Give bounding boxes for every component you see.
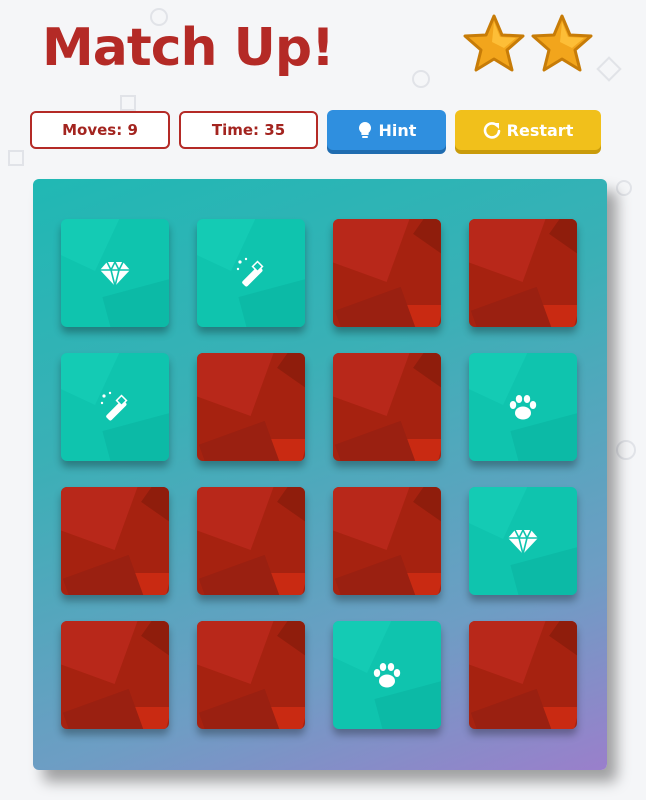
- magic-wand-icon: [234, 256, 268, 290]
- time-counter: Time: 35: [179, 111, 318, 149]
- hint-label: Hint: [378, 120, 417, 140]
- card-face-down[interactable]: [469, 219, 577, 327]
- card-face-down[interactable]: [333, 353, 441, 461]
- card-face-down[interactable]: [197, 353, 305, 461]
- star-rating: [462, 12, 594, 76]
- page-title: Match Up!: [42, 18, 335, 78]
- card-face-down[interactable]: [469, 621, 577, 729]
- star-icon: [463, 14, 525, 72]
- card-face-up[interactable]: [61, 353, 169, 461]
- card-face-down[interactable]: [333, 487, 441, 595]
- card-face-down[interactable]: [61, 621, 169, 729]
- card-face-up[interactable]: [469, 353, 577, 461]
- card-face-up[interactable]: [197, 219, 305, 327]
- paw-icon: [506, 390, 540, 424]
- hint-button[interactable]: Hint: [327, 110, 446, 150]
- card-face-down[interactable]: [197, 621, 305, 729]
- restart-button[interactable]: Restart: [455, 110, 601, 150]
- diamond-icon: [98, 256, 132, 290]
- card-face-up[interactable]: [333, 621, 441, 729]
- lightbulb-icon: [358, 122, 371, 138]
- paw-icon: [370, 658, 404, 692]
- card-face-up[interactable]: [61, 219, 169, 327]
- card-face-down[interactable]: [333, 219, 441, 327]
- card-face-up[interactable]: [469, 487, 577, 595]
- restart-icon: [483, 122, 500, 139]
- moves-counter: Moves: 9: [30, 111, 170, 149]
- card-face-down[interactable]: [197, 487, 305, 595]
- card-face-down[interactable]: [61, 487, 169, 595]
- magic-wand-icon: [98, 390, 132, 424]
- restart-label: Restart: [506, 120, 574, 140]
- diamond-icon: [506, 524, 540, 558]
- game-board: [33, 179, 607, 770]
- star-icon: [531, 14, 593, 72]
